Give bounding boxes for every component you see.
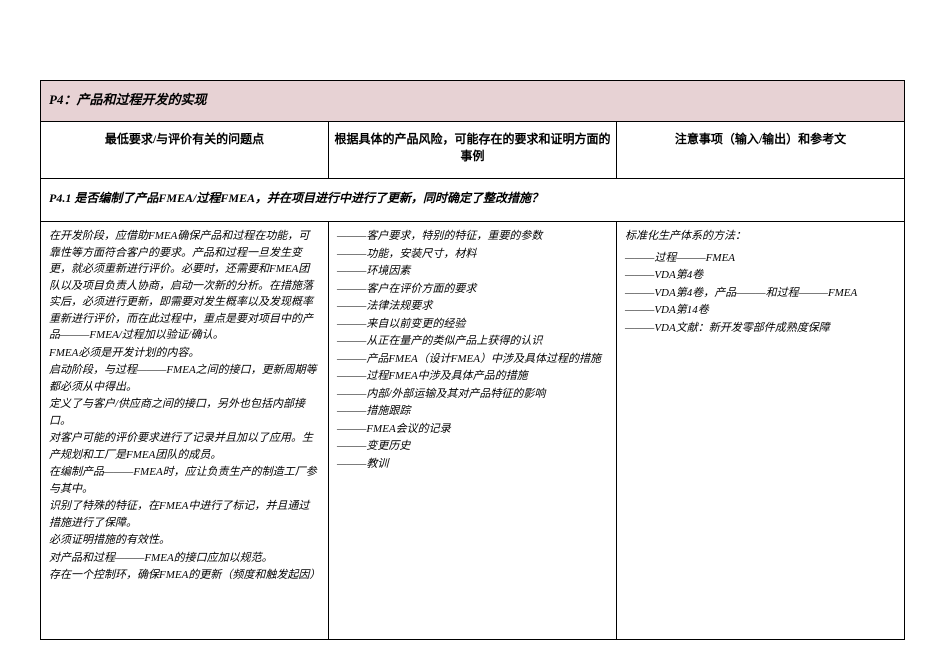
- col3-item: ———VDA第14卷: [625, 302, 896, 319]
- col3-title: 标准化生产体系的方法：: [625, 228, 896, 245]
- col2-item: ———从正在量产的类似产品上获得的认识: [337, 333, 608, 350]
- col1-paragraph: 在开发阶段，应借助FMEA确保产品和过程在功能，可靠性等方面符合客户的要求。产品…: [49, 228, 320, 344]
- col1-paragraph: 识别了特殊的特征，在FMEA中进行了标记，并且通过措施进行了保障。: [49, 498, 320, 531]
- question-text: P4.1 是否编制了产品FMEA/过程FMEA，并在项目进行中进行了更新，同时确…: [41, 179, 905, 222]
- header-col1: 最低要求/与评价有关的问题点: [41, 121, 329, 179]
- header-col3: 注意事项（输入/输出）和参考文: [617, 121, 905, 179]
- col3-item: ———VDA第4卷，产品———和过程———FMEA: [625, 285, 896, 302]
- col2-item: ———措施跟踪: [337, 403, 608, 420]
- title-row: P4：产品和过程开发的实现: [41, 81, 905, 122]
- col2-item: ———环境因素: [337, 263, 608, 280]
- col2-item: ———FMEA会议的记录: [337, 421, 608, 438]
- main-table: P4：产品和过程开发的实现 最低要求/与评价有关的问题点 根据具体的产品风险，可…: [40, 80, 905, 640]
- col2-item: ———客户在评价方面的要求: [337, 281, 608, 298]
- question-row: P4.1 是否编制了产品FMEA/过程FMEA，并在项目进行中进行了更新，同时确…: [41, 179, 905, 222]
- col1-paragraph: FMEA必须是开发计划的内容。: [49, 345, 320, 362]
- col1-paragraph: 存在一个控制环，确保FMEA的更新（频度和触发起因）: [49, 567, 320, 584]
- col1-paragraph: 对客户可能的评价要求进行了记录并且加以了应用。生产规划和工厂是FMEA团队的成员…: [49, 430, 320, 463]
- col2-item: ———内部/外部运输及其对产品特征的影响: [337, 386, 608, 403]
- section-title: P4：产品和过程开发的实现: [41, 81, 905, 122]
- col2-item: ———法律法规要求: [337, 298, 608, 315]
- col3-item: ———过程———FMEA: [625, 250, 896, 267]
- col1-paragraph: 对产品和过程———FMEA的接口应加以规范。: [49, 550, 320, 567]
- col2-item: ———过程FMEA中涉及具体产品的措施: [337, 368, 608, 385]
- header-row: 最低要求/与评价有关的问题点 根据具体的产品风险，可能存在的要求和证明方面的事例…: [41, 121, 905, 179]
- col1-paragraph: 启动阶段，与过程———FMEA之间的接口，更新周期等都必须从中得出。: [49, 362, 320, 395]
- col1-paragraph: 必须证明措施的有效性。: [49, 532, 320, 549]
- col2-item: ———来自以前变更的经验: [337, 316, 608, 333]
- content-row: 在开发阶段，应借助FMEA确保产品和过程在功能，可靠性等方面符合客户的要求。产品…: [41, 222, 905, 640]
- col3-item: ———VDA第4卷: [625, 267, 896, 284]
- content-col2: ———客户要求，特别的特征，重要的参数———功能，安装尺寸，材料———环境因素—…: [329, 222, 617, 640]
- content-col1: 在开发阶段，应借助FMEA确保产品和过程在功能，可靠性等方面符合客户的要求。产品…: [41, 222, 329, 640]
- col2-item: ———产品FMEA（设计FMEA）中涉及具体过程的措施: [337, 351, 608, 368]
- col1-paragraph: 在编制产品———FMEA时，应让负责生产的制造工厂参与其中。: [49, 464, 320, 497]
- col2-item: ———客户要求，特别的特征，重要的参数: [337, 228, 608, 245]
- col2-item: ———功能，安装尺寸，材料: [337, 246, 608, 263]
- content-col3: 标准化生产体系的方法： ———过程———FMEA———VDA第4卷———VDA第4…: [617, 222, 905, 640]
- col2-item: ———教训: [337, 456, 608, 473]
- header-col2: 根据具体的产品风险，可能存在的要求和证明方面的事例: [329, 121, 617, 179]
- col3-item: ———VDA文献：新开发零部件成熟度保障: [625, 320, 896, 337]
- document-page: P4：产品和过程开发的实现 最低要求/与评价有关的问题点 根据具体的产品风险，可…: [0, 0, 945, 669]
- col1-paragraph: 定义了与客户/供应商之间的接口，另外也包括内部接口。: [49, 396, 320, 429]
- col2-item: ———变更历史: [337, 438, 608, 455]
